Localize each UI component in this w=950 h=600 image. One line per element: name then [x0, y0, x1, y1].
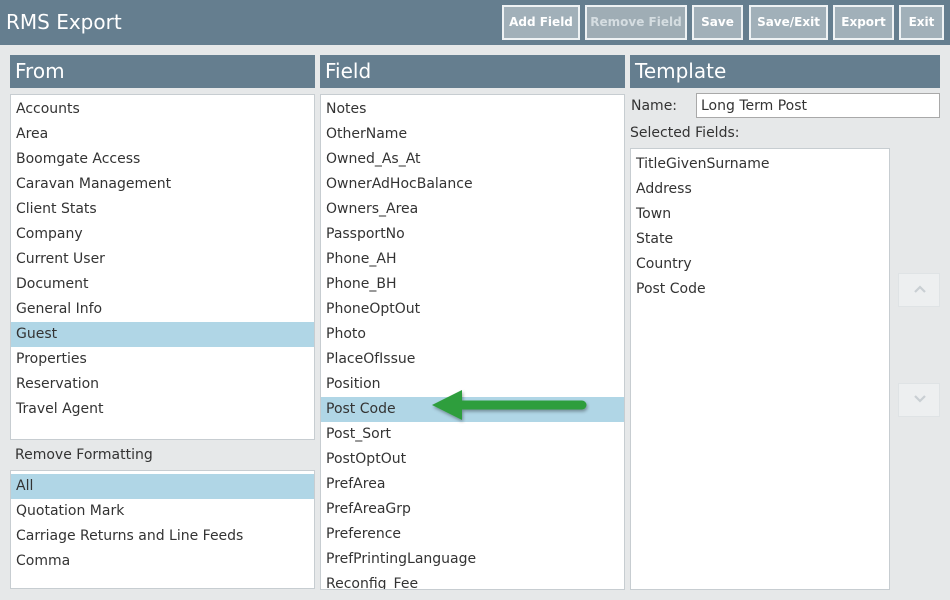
- selected-field-item[interactable]: TitleGivenSurname: [631, 152, 889, 177]
- field-list-item[interactable]: Post_Sort: [321, 422, 624, 447]
- selected-field-item[interactable]: Post Code: [631, 277, 889, 302]
- formatting-list-item[interactable]: Quotation Mark: [11, 499, 314, 524]
- chevron-down-icon: [914, 395, 926, 403]
- selected-field-item[interactable]: Address: [631, 177, 889, 202]
- save-exit-button[interactable]: Save/Exit: [749, 5, 828, 40]
- template-name-input[interactable]: [696, 93, 940, 118]
- formatting-list-item[interactable]: Carriage Returns and Line Feeds: [11, 524, 314, 549]
- formatting-list[interactable]: All Quotation Mark Carriage Returns and Li…: [10, 470, 315, 589]
- chevron-up-icon: [914, 285, 926, 293]
- from-list-item[interactable]: Company: [11, 222, 314, 247]
- from-list-item[interactable]: Boomgate Access: [11, 147, 314, 172]
- formatting-list-item[interactable]: All: [11, 474, 314, 499]
- move-up-button[interactable]: [898, 273, 940, 307]
- field-list-item[interactable]: PassportNo: [321, 222, 624, 247]
- field-list-item[interactable]: PostOptOut: [321, 447, 624, 472]
- template-header: Template: [630, 55, 940, 88]
- field-list[interactable]: Notes OtherName Owned_As_At OwnerAdHocBalan…: [321, 95, 624, 589]
- field-list-item[interactable]: OwnerAdHocBalance: [321, 172, 624, 197]
- field-list-item[interactable]: PrefAreaGrp: [321, 497, 624, 522]
- field-list-item[interactable]: Reconfig_Fee: [321, 572, 624, 589]
- field-list-item[interactable]: PlaceOfIssue: [321, 347, 624, 372]
- field-list-item[interactable]: PrefArea: [321, 472, 624, 497]
- from-list-item[interactable]: Caravan Management: [11, 172, 314, 197]
- from-list-item[interactable]: Properties: [11, 347, 314, 372]
- move-down-button[interactable]: [898, 383, 940, 417]
- field-list-item[interactable]: PhoneOptOut: [321, 297, 624, 322]
- field-list-item[interactable]: Phone_BH: [321, 272, 624, 297]
- selected-field-item[interactable]: State: [631, 227, 889, 252]
- selected-field-item[interactable]: Town: [631, 202, 889, 227]
- exit-button[interactable]: Exit: [899, 5, 944, 40]
- from-list-item[interactable]: Document: [11, 272, 314, 297]
- field-list-item[interactable]: Phone_AH: [321, 247, 624, 272]
- selected-fields-list[interactable]: TitleGivenSurname Address Town State Country…: [630, 148, 890, 590]
- field-list-item[interactable]: Notes: [321, 97, 624, 122]
- field-list-item[interactable]: PrefPrintingLanguage: [321, 547, 624, 572]
- field-list-item[interactable]: Preference: [321, 522, 624, 547]
- remove-formatting-label: Remove Formatting: [15, 447, 153, 463]
- name-label: Name:: [631, 98, 678, 114]
- from-list-item[interactable]: Accounts: [11, 97, 314, 122]
- field-list-item[interactable]: Owners_Area: [321, 197, 624, 222]
- export-button[interactable]: Export: [833, 5, 894, 40]
- from-list-item[interactable]: Guest: [11, 322, 314, 347]
- field-list-item[interactable]: OtherName: [321, 122, 624, 147]
- field-list-item[interactable]: Owned_As_At: [321, 147, 624, 172]
- field-list-container: Notes OtherName Owned_As_At OwnerAdHocBalan…: [320, 94, 625, 590]
- field-header: Field: [320, 55, 625, 88]
- selected-field-item[interactable]: Country: [631, 252, 889, 277]
- from-list-item[interactable]: Current User: [11, 247, 314, 272]
- from-list-item[interactable]: Area: [11, 122, 314, 147]
- from-list-item[interactable]: Reservation: [11, 372, 314, 397]
- save-button[interactable]: Save: [692, 5, 743, 40]
- formatting-list-item[interactable]: Comma: [11, 549, 314, 574]
- remove-field-button[interactable]: Remove Field: [585, 5, 687, 40]
- from-list-item[interactable]: Client Stats: [11, 197, 314, 222]
- from-list[interactable]: Accounts Area Boomgate Access Caravan Manag…: [10, 94, 315, 440]
- from-list-item[interactable]: General Info: [11, 297, 314, 322]
- green-arrow-icon: [432, 390, 587, 420]
- from-header: From: [10, 55, 315, 88]
- from-list-item[interactable]: Travel Agent: [11, 397, 314, 422]
- app-title: RMS Export: [6, 10, 122, 34]
- top-bar: RMS Export Add Field Remove Field Save S…: [0, 0, 950, 45]
- field-list-item[interactable]: Photo: [321, 322, 624, 347]
- add-field-button[interactable]: Add Field: [502, 5, 580, 40]
- selected-fields-label: Selected Fields:: [630, 125, 740, 141]
